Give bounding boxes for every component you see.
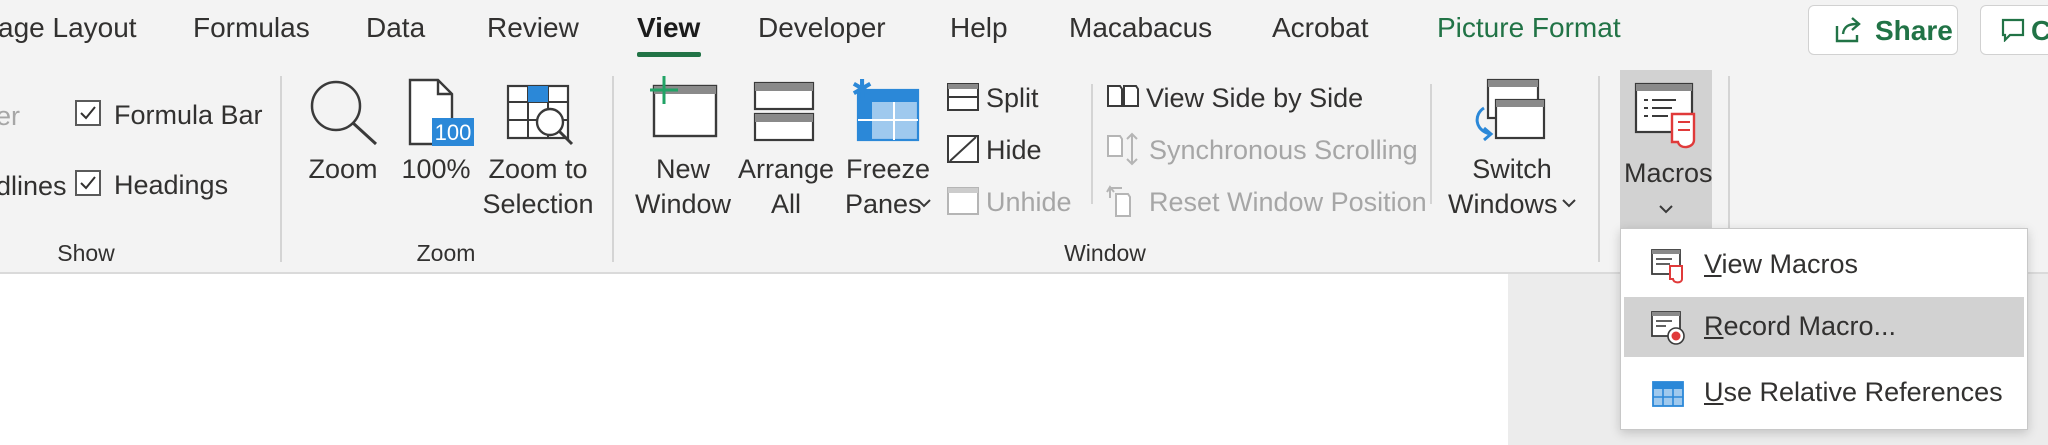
zoom-100-icon: 100 — [408, 78, 474, 146]
macros-dropdown-menu: View Macros Record Macro... Use Relative… — [1620, 228, 2028, 430]
tab-macabacus[interactable]: Macabacus — [1069, 12, 1212, 44]
split-icon — [947, 83, 979, 111]
divider — [1091, 84, 1093, 204]
formula-bar-label[interactable]: Formula Bar — [114, 100, 263, 131]
headings-checkbox[interactable] — [75, 170, 101, 196]
share-icon — [1835, 17, 1861, 43]
chevron-down-icon — [917, 199, 931, 208]
zoom-100-badge: 100 — [435, 120, 472, 145]
record-macro-icon — [1651, 311, 1685, 345]
menu-item-use-relative-references[interactable]: Use Relative References — [1624, 363, 2024, 423]
zoom-to-selection-line1[interactable]: Zoom to — [488, 152, 587, 187]
tab-formulas[interactable]: Formulas — [193, 12, 310, 44]
new-window-icon — [650, 76, 718, 138]
switch-windows-line1[interactable]: Switch — [1472, 152, 1552, 187]
group-divider — [280, 76, 282, 262]
macros-icon — [1634, 82, 1696, 149]
reset-window-position-button[interactable]: Reset Window Position — [1149, 187, 1427, 218]
tab-help[interactable]: Help — [950, 12, 1008, 44]
use-relative-references-text: se Relative References — [1723, 377, 2003, 407]
tab-data[interactable]: Data — [366, 12, 425, 44]
new-window-line2[interactable]: Window — [635, 187, 731, 222]
menu-item-record-macro[interactable]: Record Macro... — [1624, 297, 2024, 357]
zoom-to-selection-icon — [506, 84, 574, 146]
tab-view[interactable]: View — [637, 12, 700, 44]
gridlines-checkbox-label[interactable]: dlines — [0, 171, 67, 202]
ribbon-tab-bar: age Layout Formulas Data Review View Dev… — [0, 0, 2048, 64]
tab-developer[interactable]: Developer — [758, 12, 886, 44]
group-divider — [612, 76, 614, 262]
macros-button[interactable]: Macros — [1620, 70, 1713, 232]
freeze-panes-line1[interactable]: Freeze — [846, 152, 930, 187]
switch-windows-icon — [1475, 78, 1546, 142]
view-macros-icon — [1651, 249, 1683, 284]
zoom-to-selection-line2[interactable]: Selection — [482, 187, 593, 222]
new-window-line1[interactable]: New — [656, 152, 710, 187]
formula-bar-checkbox[interactable] — [75, 100, 101, 126]
synchronous-scrolling-icon — [1107, 132, 1138, 166]
check-icon — [80, 106, 96, 120]
worksheet-area[interactable] — [0, 274, 1508, 445]
tab-page-layout[interactable]: age Layout — [0, 12, 137, 44]
window-group-label: Window — [1064, 240, 1146, 266]
arrange-all-line1[interactable]: Arrange — [738, 152, 834, 187]
hide-icon — [947, 135, 979, 163]
record-macro-accesskey: R — [1704, 311, 1724, 341]
check-icon — [80, 176, 96, 190]
show-group-label: Show — [57, 240, 115, 266]
macros-label: Macros — [1624, 158, 1713, 188]
ruler-checkbox-label[interactable]: er — [0, 101, 20, 132]
active-tab-indicator — [637, 52, 701, 57]
comment-icon — [2001, 18, 2025, 42]
share-label: Share — [1875, 15, 1953, 46]
unhide-button[interactable]: Unhide — [986, 187, 1072, 218]
unhide-icon — [947, 187, 979, 215]
switch-windows-line2[interactable]: Windows — [1448, 187, 1558, 222]
use-relative-references-accesskey: U — [1704, 377, 1724, 407]
tab-acrobat[interactable]: Acrobat — [1272, 12, 1369, 44]
view-macros-text: iew Macros — [1721, 249, 1859, 279]
menu-item-view-macros[interactable]: View Macros — [1624, 235, 2024, 295]
view-macros-accesskey: V — [1704, 249, 1722, 279]
divider — [1430, 84, 1432, 204]
record-macro-text: ecord Macro... — [1723, 311, 1897, 341]
svg-text:✱: ✱ — [851, 76, 873, 105]
share-button[interactable]: Share — [1808, 5, 1958, 55]
view-side-by-side-button[interactable]: View Side by Side — [1146, 83, 1363, 114]
headings-label[interactable]: Headings — [114, 170, 228, 201]
tab-picture-format[interactable]: Picture Format — [1437, 12, 1621, 44]
zoom-group-label: Zoom — [416, 240, 476, 266]
synchronous-scrolling-button[interactable]: Synchronous Scrolling — [1149, 135, 1418, 166]
use-relative-references-label: Use Relative References — [1704, 377, 2003, 408]
chevron-down-icon — [1562, 199, 1576, 208]
split-button[interactable]: Split — [986, 83, 1039, 114]
relative-references-icon — [1652, 381, 1684, 407]
comments-button[interactable]: C — [1980, 5, 2048, 55]
chevron-down-icon — [1659, 205, 1673, 214]
reset-window-position-icon — [1106, 185, 1131, 217]
arrange-all-line2[interactable]: All — [771, 187, 801, 222]
zoom-magnifier-icon — [310, 80, 378, 146]
freeze-panes-icon: ✱ — [851, 76, 920, 142]
view-macros-label: View Macros — [1704, 249, 1858, 280]
zoom-button[interactable]: Zoom — [308, 152, 377, 187]
comments-label: C — [2031, 15, 2048, 46]
record-macro-label: Record Macro... — [1704, 311, 1896, 342]
arrange-all-icon — [753, 81, 815, 142]
tab-review[interactable]: Review — [487, 12, 579, 44]
zoom-100-button[interactable]: 100% — [401, 152, 470, 187]
group-divider — [1598, 76, 1600, 262]
hide-button[interactable]: Hide — [986, 135, 1042, 166]
freeze-panes-line2[interactable]: Panes — [845, 187, 922, 222]
view-side-by-side-icon — [1107, 85, 1139, 107]
